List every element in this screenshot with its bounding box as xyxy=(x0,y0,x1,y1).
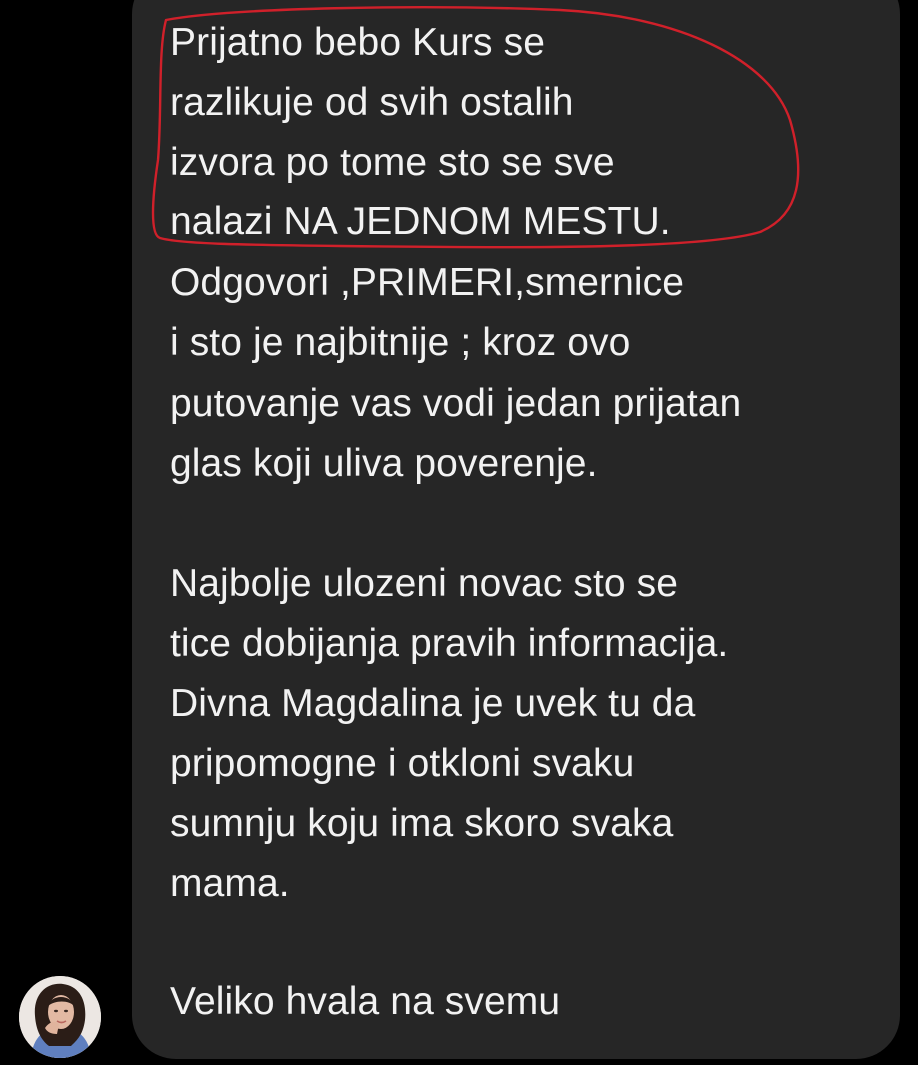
avatar-photo-icon xyxy=(19,976,101,1058)
message-line: Najbolje ulozeni novac sto se xyxy=(170,562,679,605)
message-line: izvora po tome sto se sve xyxy=(170,141,615,184)
message-line: tice dobijanja pravih informacija. xyxy=(170,622,729,665)
message-line: Odgovori ,PRIMERI,smernice xyxy=(170,261,685,304)
message-line: glas koji uliva poverenje. xyxy=(170,442,598,485)
message-line: pripomogne i otkloni svaku xyxy=(170,742,635,785)
message-line: Divna Magdalina je uvek tu da xyxy=(170,682,696,725)
message-line: putovanje vas vodi jedan prijatan xyxy=(170,382,742,425)
message-line: i sto je najbitnije ; kroz ovo xyxy=(170,321,631,364)
message-line: nalazi NA JEDNOM MESTU. xyxy=(170,200,671,243)
message-line: mama. xyxy=(170,862,290,905)
message-line: sumnju koju ima skoro svaka xyxy=(170,802,674,845)
message-line: Veliko hvala na svemu xyxy=(170,980,561,1023)
message-line: Prijatno bebo Kurs se xyxy=(170,21,545,64)
message-line: razlikuje od svih ostalih xyxy=(170,81,574,124)
chat-thread: Prijatno bebo Kurs se razlikuje od svih … xyxy=(0,0,918,1065)
sender-avatar[interactable] xyxy=(19,976,101,1058)
